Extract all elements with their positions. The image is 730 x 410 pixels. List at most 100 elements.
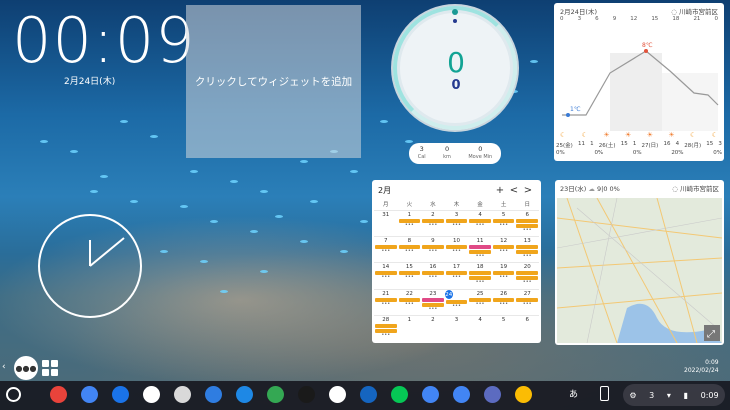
calendar-day-cell[interactable]: 15 ••• (397, 262, 422, 288)
calendar-event[interactable] (469, 271, 491, 276)
calendar-day-cell[interactable]: 28 ••• (374, 314, 398, 341)
add-widget-placeholder[interactable]: クリックしてウィジェットを追加 (186, 5, 361, 158)
weather-widget[interactable]: 2月24日(木) ◌ 川崎市宮前区 036 9 12 15 18 21 0 1℃ 8℃ … (554, 3, 724, 161)
google-maps-icon[interactable] (267, 386, 284, 403)
google-fit-widget[interactable]: 0 0 3 Cal 0 km 0 Move Min (391, 4, 521, 166)
calendar-event[interactable] (375, 323, 397, 328)
chrome-icon[interactable] (50, 386, 67, 403)
calendar-day-cell[interactable]: 5 (491, 314, 516, 341)
rain-radar-widget[interactable]: 23日(水) ☁ 9|0 0% ◌ 川崎市宮前区 ⤢ (555, 180, 724, 345)
calendar-day-cell[interactable]: 26 ••• (491, 288, 516, 315)
calendar-day-number: 5 (501, 316, 506, 323)
collapse-arrow-icon[interactable]: ‹ (2, 362, 6, 372)
calendar-day-cell[interactable]: 2 ••• (421, 210, 445, 236)
calendar-day-cell[interactable]: 2 (421, 314, 445, 341)
status-tray[interactable]: ⚙ 3 ▾ ▮ 0:09 (623, 384, 725, 406)
calendar-day-cell[interactable]: 27 ••• (515, 288, 539, 315)
add-event-button[interactable]: + (493, 185, 507, 196)
calendar-day-cell[interactable]: 21 ••• (374, 288, 398, 315)
tasks-icon[interactable] (112, 386, 129, 403)
sun-icon: ☀ (603, 131, 610, 139)
calendar-day-number: 3 (454, 316, 459, 323)
radar-map[interactable]: ⤢ (557, 198, 722, 343)
ime-indicator[interactable]: あ (569, 387, 578, 400)
expand-icon: ⤢ (707, 329, 715, 340)
calendar-day-cell[interactable]: 1 ••• (397, 210, 422, 236)
calendar-day-number: 12 (500, 238, 508, 245)
app-grid-icon[interactable] (42, 360, 58, 376)
files-folder-icon[interactable] (360, 386, 377, 403)
calendar-day-cell[interactable]: 4 (468, 314, 492, 341)
cloud-icon: ☁ (588, 185, 595, 193)
more-events-icon: ••• (428, 222, 438, 228)
google-calendar-icon[interactable] (81, 386, 98, 403)
calendar-day-cell[interactable]: 11 ••• (468, 236, 492, 262)
calendar-day-cell[interactable]: 4 ••• (468, 210, 492, 236)
weather-header: 2月24日(木) ◌ 川崎市宮前区 (560, 6, 718, 16)
more-events-icon: ••• (499, 274, 509, 281)
calendar-header: 2月 + < > (378, 184, 535, 196)
calendar-day-cell[interactable]: 3 ••• (444, 210, 469, 236)
calendar-day-number: 17 (452, 264, 460, 271)
calendar-day-number: 15 (405, 264, 413, 271)
calendar-day-cell[interactable]: 25 ••• (468, 288, 492, 315)
calendar-day-cell[interactable]: 9 ••• (421, 236, 445, 262)
calendar-day-cell[interactable]: 14 ••• (374, 262, 398, 288)
calendar-event[interactable] (516, 271, 538, 276)
prev-month-button[interactable]: < (507, 185, 521, 196)
launcher-button[interactable]: ●●● (14, 356, 38, 380)
calendar-event[interactable] (516, 219, 538, 223)
calendar-day-cell[interactable]: 20 ••• (515, 262, 539, 288)
calendar-day-cell[interactable]: 1 (397, 314, 422, 341)
fish-decoration (210, 220, 218, 223)
google-translate-icon[interactable] (422, 386, 439, 403)
calendar-event[interactable] (516, 245, 538, 250)
more-events-icon: ••• (381, 331, 391, 338)
calendar-day-cell[interactable]: 6 (515, 314, 539, 341)
calendar-day-cell[interactable]: 3 (444, 314, 469, 341)
calendar-day-number: 28 (382, 316, 390, 323)
home-button[interactable] (6, 387, 21, 402)
calendar-day-cell[interactable]: 19 ••• (491, 262, 516, 288)
tote-icon[interactable] (515, 386, 532, 403)
cloud-icon[interactable] (236, 386, 253, 403)
calendar-widget[interactable]: 2月 + < > 月火水 木金土 日 31 1 ••• 2 ••• 3 ••• 4 ••• 5 ••… (372, 180, 541, 343)
files-blue-icon[interactable] (205, 386, 222, 403)
calendar-day-cell[interactable]: 31 (374, 210, 398, 236)
tablet-app-icon[interactable] (484, 386, 501, 403)
calendar-day-cell[interactable]: 8 ••• (397, 236, 422, 262)
next-month-button[interactable]: > (521, 185, 535, 196)
photo-app-icon[interactable] (174, 386, 191, 403)
calendar-day-cell[interactable]: 17 ••• (444, 262, 469, 288)
notification-count: 3 (649, 390, 655, 400)
calendar-day-cell[interactable]: 22 ••• (397, 288, 422, 315)
calendar-event[interactable] (422, 297, 444, 302)
calendar-day-cell[interactable]: 24 ••• (444, 288, 469, 315)
calendar-day-number: 9 (431, 238, 435, 245)
calendar-day-number: 27 (523, 290, 531, 297)
google-fit-icon[interactable] (143, 386, 160, 403)
weather-location: ◌ 川崎市宮前区 (671, 8, 718, 16)
calendar-day-number: 25 (476, 290, 484, 297)
calendar-day-cell[interactable]: 5 ••• (491, 210, 516, 236)
calendar-event[interactable] (469, 245, 491, 250)
clock-date: 2月24日(木) (64, 77, 116, 87)
fit-heart-icon[interactable] (329, 386, 346, 403)
calendar-day-cell[interactable]: 13 ••• (515, 236, 539, 262)
calendar-day-cell[interactable]: 18 ••• (468, 262, 492, 288)
reading-app-icon[interactable] (298, 386, 315, 403)
analog-clock (38, 214, 142, 318)
more-events-icon: ••• (428, 305, 438, 312)
calendar-day-cell[interactable]: 12 ••• (491, 236, 516, 262)
line-icon[interactable] (391, 386, 408, 403)
calendar-day-cell[interactable]: 16 ••• (421, 262, 445, 288)
fish-decoration (100, 175, 108, 178)
calendar-day-cell[interactable]: 10 ••• (444, 236, 469, 262)
calendar-day-cell[interactable]: 6 ••• (515, 210, 539, 236)
calendar-day-cell[interactable]: 7 ••• (374, 236, 398, 262)
calendar-day-number: 22 (405, 290, 413, 297)
calendar-day-cell[interactable]: 23 ••• (421, 288, 445, 315)
phone-hub-icon[interactable] (600, 386, 609, 401)
fish-decoration (70, 150, 78, 153)
home-app-icon[interactable] (453, 386, 470, 403)
